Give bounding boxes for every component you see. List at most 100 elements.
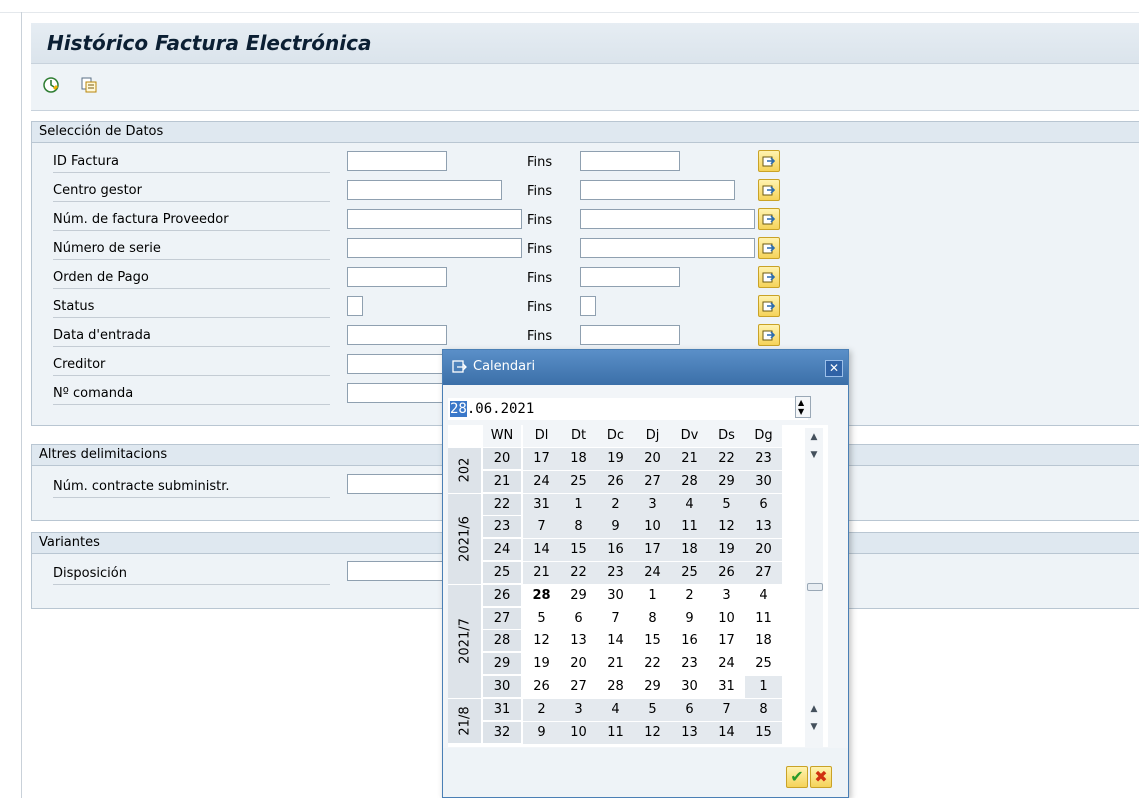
day-cell[interactable]: 5 — [634, 698, 671, 721]
day-cell[interactable]: 9 — [597, 516, 634, 539]
day-cell[interactable]: 14 — [708, 721, 745, 744]
day-cell[interactable]: 23 — [597, 562, 634, 584]
spin-down-icon[interactable]: ▼ — [798, 407, 804, 416]
day-cell[interactable]: 10 — [560, 721, 597, 744]
day-cell[interactable]: 26 — [523, 676, 560, 698]
day-cell[interactable]: 10 — [634, 516, 671, 539]
day-cell[interactable]: 6 — [560, 607, 597, 630]
week-number[interactable]: 23 — [483, 516, 521, 539]
day-cell[interactable]: 19 — [523, 653, 560, 676]
selection-to-input[interactable] — [580, 209, 755, 229]
day-cell[interactable]: 23 — [671, 653, 708, 676]
day-cell[interactable]: 29 — [560, 584, 597, 607]
day-cell[interactable]: 4 — [671, 493, 708, 516]
day-cell[interactable]: 6 — [745, 493, 782, 516]
day-cell[interactable]: 17 — [708, 630, 745, 653]
scroll-up-icon[interactable]: ▲ — [808, 432, 820, 442]
week-number[interactable]: 26 — [483, 584, 521, 607]
week-number[interactable]: 31 — [483, 698, 521, 721]
multiple-selection-button[interactable] — [758, 179, 780, 201]
day-cell[interactable]: 30 — [671, 676, 708, 698]
scroll-down-icon[interactable]: ▼ — [808, 450, 820, 460]
scroll-thumb[interactable] — [807, 583, 823, 591]
day-cell[interactable]: 1 — [745, 676, 782, 698]
multiple-selection-button[interactable] — [758, 266, 780, 288]
day-cell[interactable]: 24 — [708, 653, 745, 676]
week-number[interactable]: 20 — [483, 448, 521, 470]
day-cell[interactable]: 15 — [560, 539, 597, 562]
close-icon[interactable]: ✕ — [825, 360, 843, 377]
week-number[interactable]: 27 — [483, 607, 521, 630]
day-cell[interactable]: 16 — [597, 539, 634, 562]
day-cell[interactable]: 5 — [708, 493, 745, 516]
week-number[interactable]: 21 — [483, 470, 521, 493]
multiple-selection-button[interactable] — [758, 295, 780, 317]
day-cell[interactable]: 10 — [708, 607, 745, 630]
day-cell[interactable]: 4 — [745, 584, 782, 607]
day-cell[interactable]: 18 — [745, 630, 782, 653]
day-cell[interactable]: 3 — [708, 584, 745, 607]
multiple-selection-button[interactable] — [758, 150, 780, 172]
day-cell[interactable]: 30 — [597, 584, 634, 607]
week-number[interactable]: 29 — [483, 653, 521, 676]
day-cell[interactable]: 14 — [523, 539, 560, 562]
spin-up-icon[interactable]: ▲ — [798, 398, 804, 407]
day-cell[interactable]: 17 — [634, 539, 671, 562]
day-cell[interactable]: 22 — [708, 448, 745, 470]
day-cell[interactable]: 2 — [597, 493, 634, 516]
selection-to-input[interactable] — [580, 180, 735, 200]
day-cell[interactable]: 11 — [597, 721, 634, 744]
day-cell[interactable]: 15 — [745, 721, 782, 744]
week-number[interactable]: 25 — [483, 562, 521, 584]
day-cell[interactable]: 25 — [560, 470, 597, 493]
day-cell[interactable]: 8 — [560, 516, 597, 539]
confirm-button[interactable]: ✔ — [786, 766, 808, 788]
day-cell[interactable]: 21 — [523, 562, 560, 584]
day-cell[interactable]: 29 — [634, 676, 671, 698]
day-cell[interactable]: 9 — [523, 721, 560, 744]
date-spinner[interactable]: ▲ ▼ — [795, 396, 811, 418]
day-cell[interactable]: 2 — [523, 698, 560, 721]
week-number[interactable]: 24 — [483, 539, 521, 562]
day-cell[interactable]: 27 — [745, 562, 782, 584]
multiple-selection-button[interactable] — [758, 237, 780, 259]
day-cell-today[interactable]: 28 — [523, 584, 560, 607]
day-cell[interactable]: 18 — [560, 448, 597, 470]
day-cell[interactable]: 30 — [745, 470, 782, 493]
day-cell[interactable]: 26 — [708, 562, 745, 584]
day-cell[interactable]: 28 — [597, 676, 634, 698]
selection-to-input[interactable] — [580, 267, 680, 287]
day-cell[interactable]: 4 — [597, 698, 634, 721]
day-cell[interactable]: 1 — [560, 493, 597, 516]
day-cell[interactable]: 25 — [745, 653, 782, 676]
execute-clock-icon[interactable] — [42, 76, 60, 94]
day-cell[interactable]: 22 — [560, 562, 597, 584]
day-cell[interactable]: 6 — [671, 698, 708, 721]
copy-variant-icon[interactable] — [80, 76, 98, 94]
day-cell[interactable]: 16 — [671, 630, 708, 653]
selection-from-input[interactable] — [347, 325, 447, 345]
day-cell[interactable]: 24 — [523, 470, 560, 493]
selection-from-input[interactable] — [347, 238, 522, 258]
day-cell[interactable]: 19 — [597, 448, 634, 470]
day-cell[interactable]: 8 — [634, 607, 671, 630]
day-cell[interactable]: 12 — [523, 630, 560, 653]
layout-input[interactable] — [347, 561, 447, 581]
day-cell[interactable]: 29 — [708, 470, 745, 493]
day-cell[interactable]: 13 — [745, 516, 782, 539]
day-cell[interactable]: 31 — [708, 676, 745, 698]
day-cell[interactable]: 26 — [597, 470, 634, 493]
day-cell[interactable]: 12 — [634, 721, 671, 744]
scroll-up-icon-2[interactable]: ▲ — [808, 704, 820, 714]
contract-input[interactable] — [347, 474, 447, 494]
day-cell[interactable]: 17 — [523, 448, 560, 470]
day-cell[interactable]: 22 — [634, 653, 671, 676]
day-cell[interactable]: 13 — [671, 721, 708, 744]
day-cell[interactable]: 15 — [634, 630, 671, 653]
day-cell[interactable]: 21 — [597, 653, 634, 676]
day-cell[interactable]: 8 — [745, 698, 782, 721]
day-cell[interactable]: 25 — [671, 562, 708, 584]
day-cell[interactable]: 20 — [560, 653, 597, 676]
day-cell[interactable]: 7 — [708, 698, 745, 721]
week-number[interactable]: 28 — [483, 630, 521, 653]
